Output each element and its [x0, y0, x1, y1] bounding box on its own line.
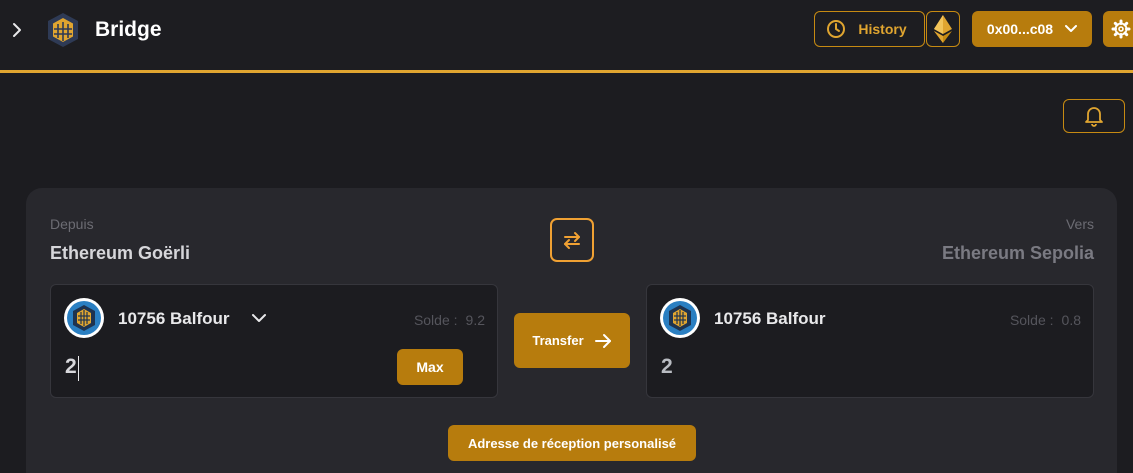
top-bar-divider	[0, 70, 1133, 73]
chevron-right-icon[interactable]	[10, 22, 24, 38]
arrow-right-icon	[594, 333, 611, 348]
ethereum-icon	[934, 15, 952, 43]
to-label: Vers	[1065, 216, 1094, 232]
from-token-panel: 10756 Balfour Solde : 9.2 Max	[50, 284, 498, 398]
text-caret	[78, 356, 79, 381]
to-network: Ethereum Sepolia	[941, 243, 1094, 263]
to-balance-value: 0.8	[1061, 312, 1081, 328]
from-label: Depuis	[50, 216, 94, 232]
account-button[interactable]: 0x00...c08	[972, 11, 1092, 47]
from-token-name[interactable]: 10756 Balfour	[118, 309, 230, 329]
history-button[interactable]: History	[814, 11, 925, 47]
from-balance-label: Solde :	[413, 312, 458, 328]
chevron-down-icon	[1065, 25, 1078, 32]
from-balance: Solde : 9.2	[414, 312, 485, 328]
gear-icon	[1111, 19, 1131, 39]
swap-arrows-icon	[564, 232, 580, 249]
to-balance-label: Solde :	[1009, 312, 1054, 328]
to-balance: Solde : 0.8	[1010, 312, 1081, 328]
app-title: Bridge	[95, 18, 162, 41]
account-address: 0x00...c08	[986, 21, 1054, 37]
from-network: Ethereum Goërli	[50, 243, 191, 263]
settings-button[interactable]	[1103, 11, 1133, 47]
to-token-panel: 10756 Balfour Solde : 0.8 2	[646, 284, 1094, 398]
from-balance-value: 9.2	[465, 312, 485, 328]
custom-address-button[interactable]: Adresse de réception personalisé	[448, 425, 696, 461]
balfour-token-icon[interactable]	[63, 297, 105, 339]
history-label: History	[858, 21, 907, 37]
max-button[interactable]: Max	[397, 349, 463, 385]
clock-icon	[827, 20, 846, 38]
balfour-token-icon	[660, 298, 700, 338]
chevron-down-icon[interactable]	[251, 312, 267, 324]
to-amount: 2	[661, 355, 673, 378]
top-bar	[0, 0, 1133, 70]
transfer-button[interactable]: Transfer	[514, 313, 630, 368]
bell-icon	[1085, 107, 1103, 127]
transfer-label: Transfer	[532, 333, 584, 348]
swap-networks-button[interactable]	[550, 218, 594, 262]
notifications-button[interactable]	[1063, 99, 1125, 133]
to-token-name: 10756 Balfour	[714, 309, 826, 328]
bridge-logo-icon	[48, 13, 78, 47]
from-amount-input[interactable]	[65, 355, 125, 379]
network-button[interactable]	[926, 11, 960, 47]
